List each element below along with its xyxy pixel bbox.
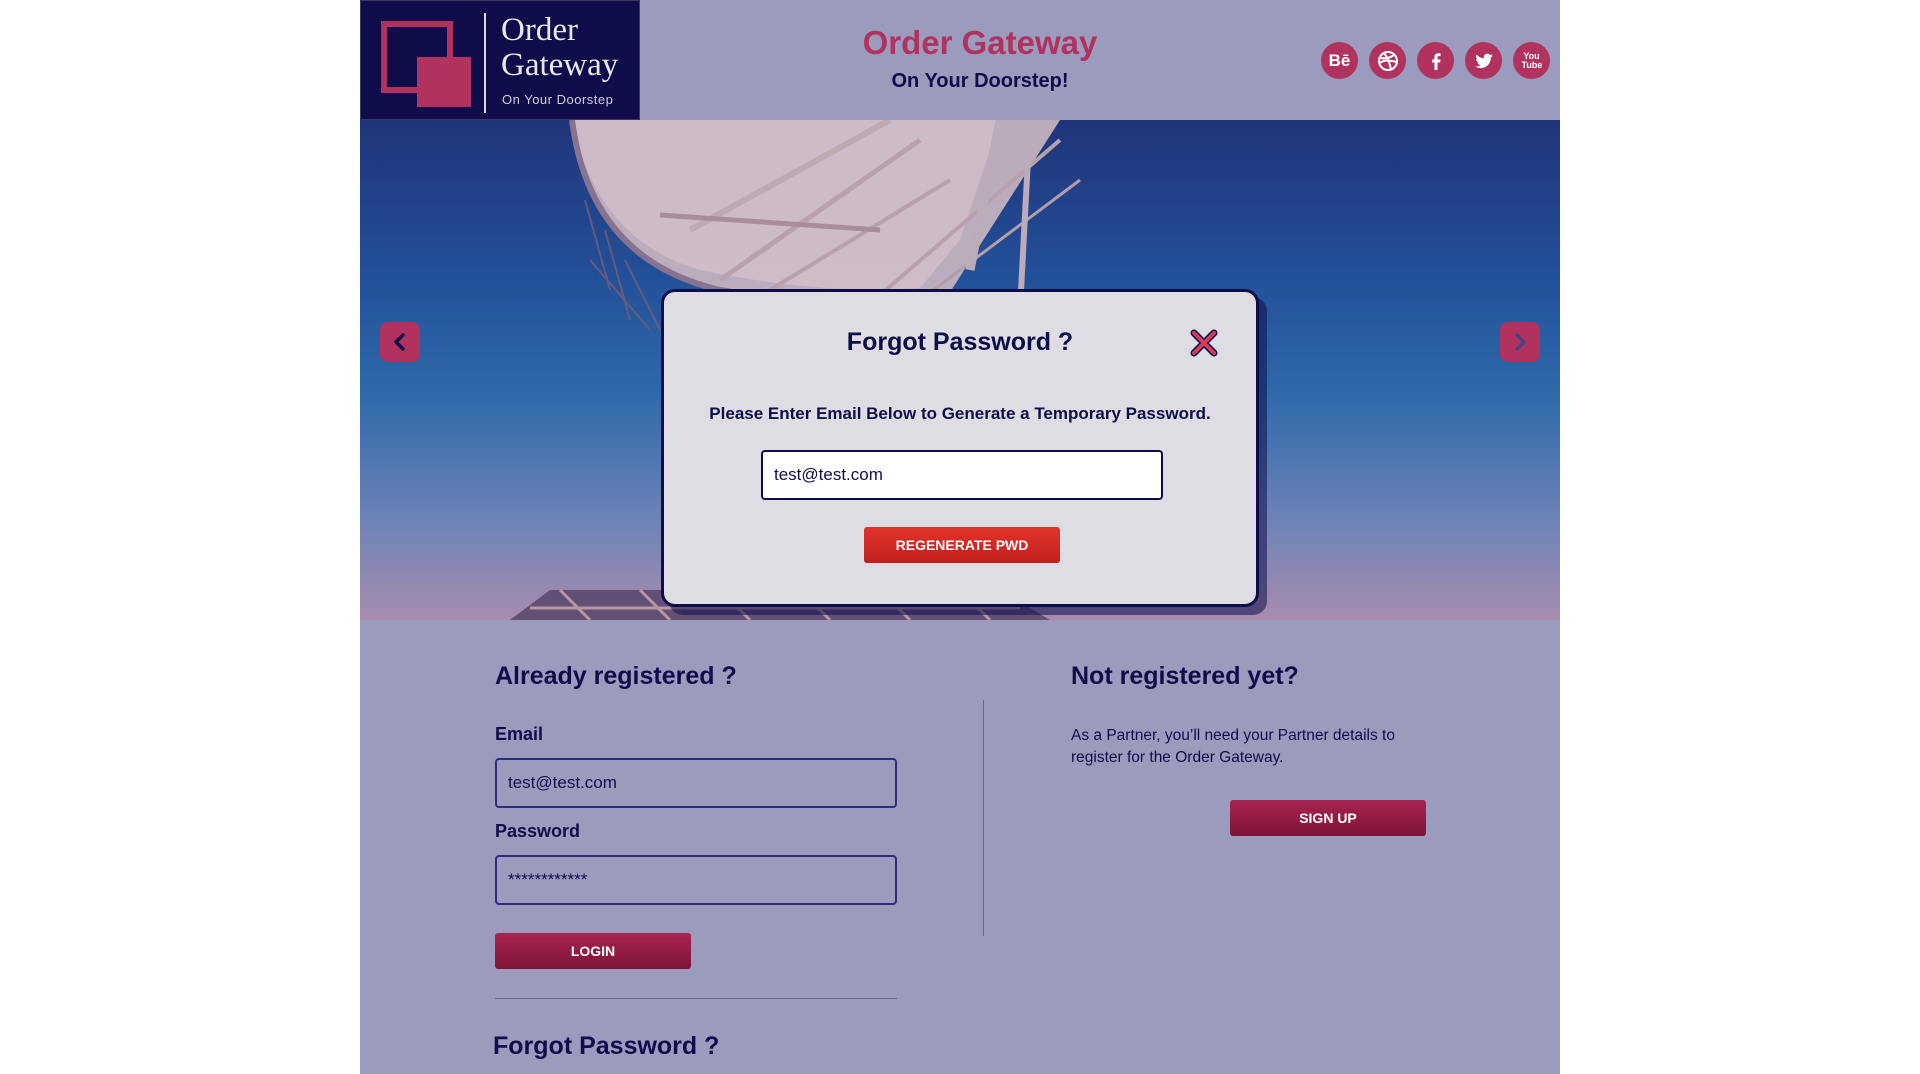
password-label: Password [495,821,581,841]
chevron-right-icon [1515,333,1526,351]
site-title: Order Gateway [862,24,1098,61]
forgot-password-modal: Forgot Password ? Please Enter Email Bel… [661,289,1259,607]
facebook-icon[interactable] [1417,42,1454,79]
site-tagline: On Your Doorstep! [891,70,1069,92]
logo-wordmark: Order Gateway [501,13,636,83]
login-button[interactable]: LOGIN [495,933,691,969]
carousel-next-button[interactable] [1500,322,1540,362]
modal-instructions: Please Enter Email Below to Generate a T… [709,404,1211,423]
logo-mark-icon [381,21,477,107]
page: Order Gateway On Your Doorstep Order Gat… [360,0,1560,1074]
logo-line-1: Order [501,12,578,48]
carousel-prev-button[interactable] [380,322,420,362]
forgot-password-link[interactable]: Forgot Password ? [493,1032,719,1061]
sign-up-button[interactable]: SIGN UP [1230,800,1426,836]
behance-label: Bē [1328,50,1351,70]
youtube-label: You Tube [1521,50,1543,70]
site-header: Order Gateway On Your Doorstep Order Gat… [360,0,1560,120]
register-description: As a Partner, you’ll need your Partner d… [1071,727,1395,766]
register-heading: Not registered yet? [1071,662,1299,690]
password-field[interactable] [495,855,897,905]
email-label: Email [495,724,544,744]
logo-subtitle: On Your Doorstep [502,92,614,107]
social-links: Bē You Tube [1321,42,1550,79]
reset-email-field[interactable] [761,450,1163,500]
section-divider [983,700,984,936]
chevron-left-icon [394,333,405,351]
login-heading: Already registered ? [495,662,737,690]
regenerate-password-button[interactable]: REGENERATE PWD [864,527,1060,563]
twitter-icon[interactable] [1465,42,1502,79]
close-icon[interactable] [1188,327,1220,359]
dribbble-icon[interactable] [1369,42,1406,79]
modal-title: Forgot Password ? [846,328,1074,356]
logo-line-2: Gateway [501,47,619,83]
divider [495,998,897,999]
logo-divider [484,13,486,113]
behance-icon[interactable]: Bē [1321,42,1358,79]
logo[interactable]: Order Gateway On Your Doorstep [360,0,640,120]
youtube-icon[interactable]: You Tube [1513,42,1550,79]
email-field[interactable] [495,758,897,808]
